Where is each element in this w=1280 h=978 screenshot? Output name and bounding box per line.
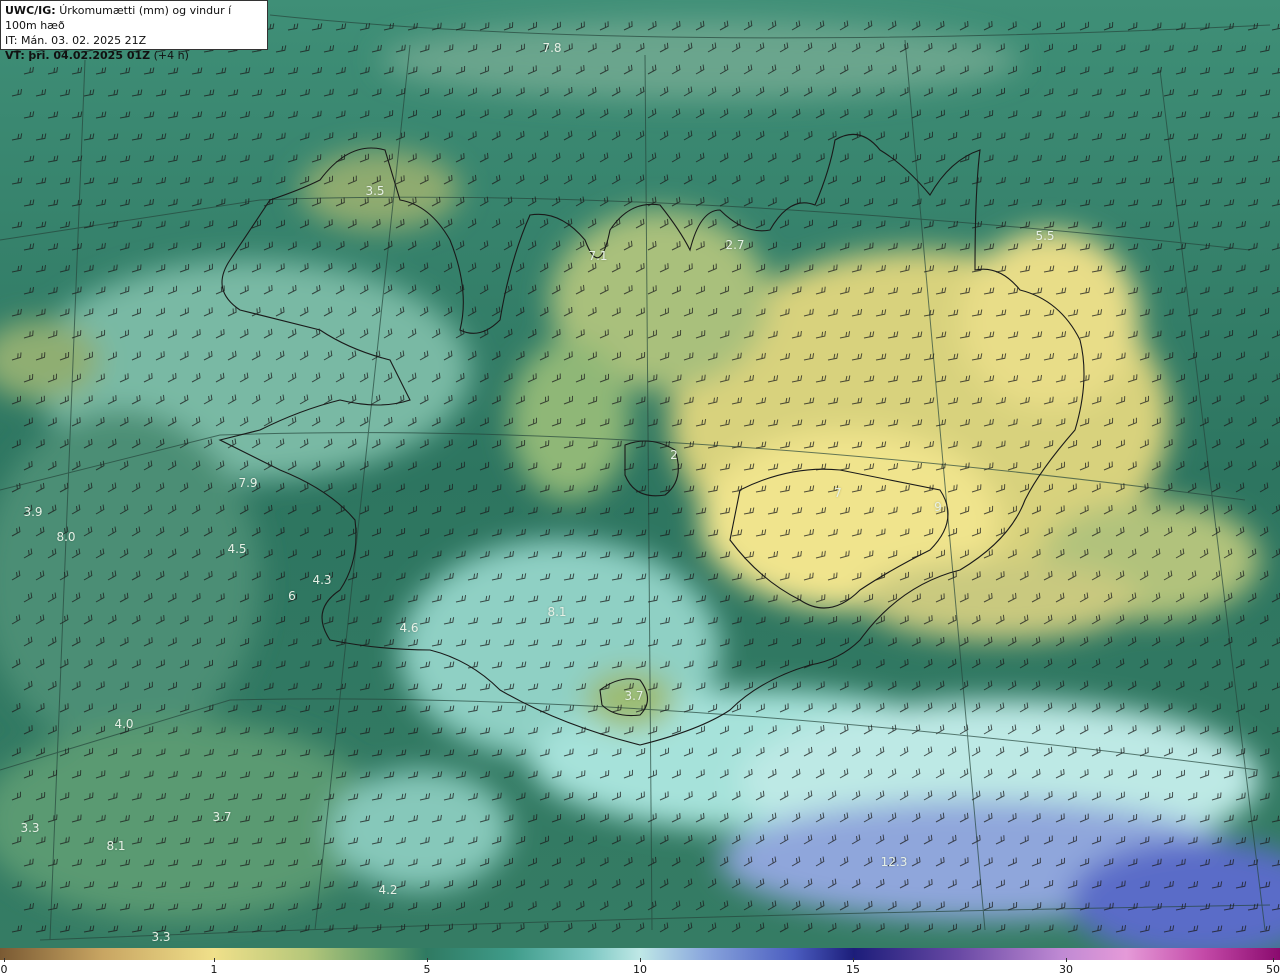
model-label: UWC/IG: [5, 4, 56, 17]
valid-label: VT: [5, 49, 25, 62]
colorbar-tick-label: 5 [423, 963, 431, 976]
map-value-label: 7.8 [542, 41, 562, 55]
colorbar-tick-mark [640, 958, 641, 962]
map-value-label: 3.9 [23, 505, 43, 519]
map-value-label: 3.5 [365, 184, 385, 198]
colorbar-tick-mark [1273, 958, 1274, 962]
map-value-label: 4.2 [378, 883, 398, 897]
colorbar-tick-label: 30 [1059, 963, 1073, 976]
map-value-label: 7 [834, 486, 842, 500]
map-value-label: 4.6 [399, 621, 419, 635]
colorbar-tick-label: 1 [210, 963, 218, 976]
map-value-label: 2.7 [725, 238, 745, 252]
map-value-label: 5.5 [1035, 229, 1055, 243]
map-value-label: 9 [934, 500, 942, 514]
colorbar-tick-mark [427, 958, 428, 962]
map-value-label: 8.1 [547, 605, 567, 619]
map-value-label: 4.3 [312, 573, 332, 587]
map-value-label: 4.5 [227, 542, 247, 556]
map-value-label: 4.0 [114, 717, 134, 731]
weather-map[interactable]: 7.8 3.5 7.1 2.7 5.5 7.9 3.9 8.0 4.5 4.3 6 4.6 8.1 3.7… [0, 0, 1280, 948]
colorbar: 0 1 5 10 15 30 50 [0, 948, 1280, 978]
map-value-label: 6 [288, 589, 296, 603]
colorbar-tick-mark [4, 958, 5, 962]
map-value-label: 3.3 [20, 821, 40, 835]
valid-time: þri. 04.02.2025 01Z [28, 49, 151, 62]
map-value-label: 3.7 [212, 810, 232, 824]
colorbar-tick-label: 15 [846, 963, 860, 976]
map-value-label: 7.9 [238, 476, 258, 490]
map-info-box: UWC/IG: Úrkomumætti (mm) og vindur í 100… [0, 0, 268, 62]
map-value-label: 8.1 [106, 839, 126, 853]
map-value-label: 12.3 [880, 855, 908, 869]
colorbar-tick-mark [853, 958, 854, 962]
colorbar-tick-mark [1066, 958, 1067, 962]
map-value-label: 2 [670, 448, 678, 462]
lead-time: (+4 h) [153, 49, 189, 62]
colorbar-tick-label: 50 [1266, 963, 1280, 976]
colorbar-tick-mark [214, 958, 215, 962]
colorbar-tick-label: 0 [0, 963, 8, 976]
colorbar-tick-label: 10 [633, 963, 647, 976]
initial-time: IT: Mán. 03. 02. 2025 21Z [5, 34, 147, 47]
map-value-label: 8.0 [56, 530, 76, 544]
map-canvas [0, 0, 1280, 948]
map-value-label: 3.7 [624, 689, 644, 703]
title-line: UWC/IG: Úrkomumætti (mm) og vindur í 100… [5, 3, 263, 33]
map-value-label: 7.1 [588, 249, 608, 263]
map-value-label: 3.3 [151, 930, 171, 944]
valid-time-line: VT: þri. 04.02.2025 01Z (+4 h) [5, 48, 263, 63]
